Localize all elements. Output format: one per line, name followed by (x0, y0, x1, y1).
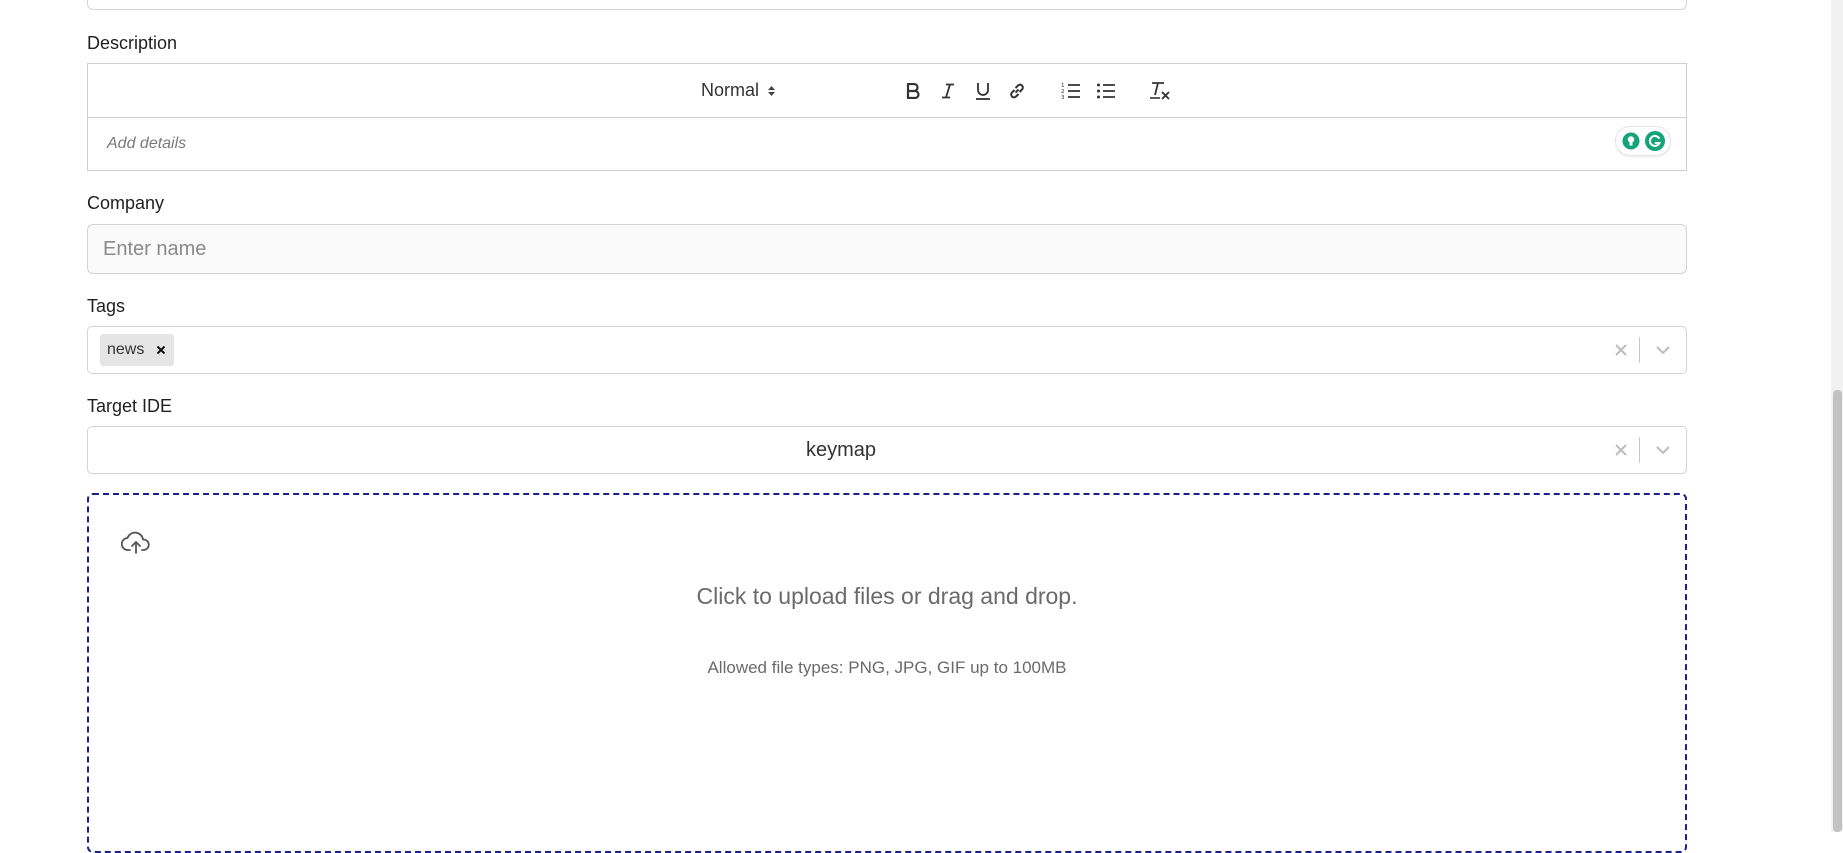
previous-field-bottom-edge (87, 0, 1687, 10)
underline-icon[interactable] (971, 64, 995, 117)
tags-select[interactable]: news (87, 326, 1687, 374)
scrollbar-thumb[interactable] (1833, 390, 1842, 832)
chevron-down-icon[interactable] (1640, 345, 1686, 355)
page-scrollbar[interactable] (1831, 0, 1843, 832)
chevron-down-icon[interactable] (1640, 445, 1686, 455)
bullet-list-icon[interactable] (1094, 64, 1118, 117)
target-ide-value: keymap (805, 438, 877, 461)
target-ide-label: Target IDE (87, 396, 173, 416)
heading-select[interactable]: Normal (701, 64, 776, 117)
description-label: Description (87, 33, 178, 53)
company-input[interactable] (87, 224, 1687, 274)
clear-format-icon[interactable] (1147, 64, 1173, 117)
clear-icon[interactable] (1603, 443, 1639, 457)
editor-body[interactable]: Add details (88, 118, 1686, 172)
file-upload-dropzone[interactable]: Click to upload files or drag and drop. … (87, 493, 1687, 853)
company-label: Company (87, 193, 165, 213)
cloud-upload-icon (120, 531, 151, 560)
upload-file-types: Allowed file types: PNG, JPG, GIF up to … (707, 658, 1067, 677)
lightbulb-icon[interactable] (1621, 131, 1641, 151)
editor-placeholder: Add details (107, 135, 187, 152)
grammarly-widget[interactable] (1616, 127, 1670, 155)
clear-icon[interactable] (1603, 343, 1639, 357)
updown-icon (767, 84, 776, 98)
description-editor[interactable]: Normal 123 Add details (87, 63, 1687, 171)
tags-select-controls (1603, 327, 1686, 373)
upload-instructions: Click to upload files or drag and drop. (696, 583, 1078, 609)
target-ide-select[interactable]: keymap (87, 426, 1687, 474)
heading-select-value: Normal (701, 80, 760, 100)
svg-text:3: 3 (1061, 95, 1065, 100)
grammarly-icon[interactable] (1645, 131, 1665, 151)
target-ide-select-controls (1603, 427, 1686, 473)
tags-label: Tags (87, 296, 126, 316)
link-icon[interactable] (1005, 64, 1029, 117)
editor-toolbar: Normal 123 (88, 64, 1686, 118)
italic-icon[interactable] (936, 64, 960, 117)
ordered-list-icon[interactable]: 123 (1059, 64, 1083, 117)
bold-icon[interactable] (901, 64, 925, 117)
tag-chip-label: news (107, 341, 145, 358)
tag-chip: news (100, 334, 175, 366)
remove-tag-icon[interactable] (156, 345, 166, 355)
